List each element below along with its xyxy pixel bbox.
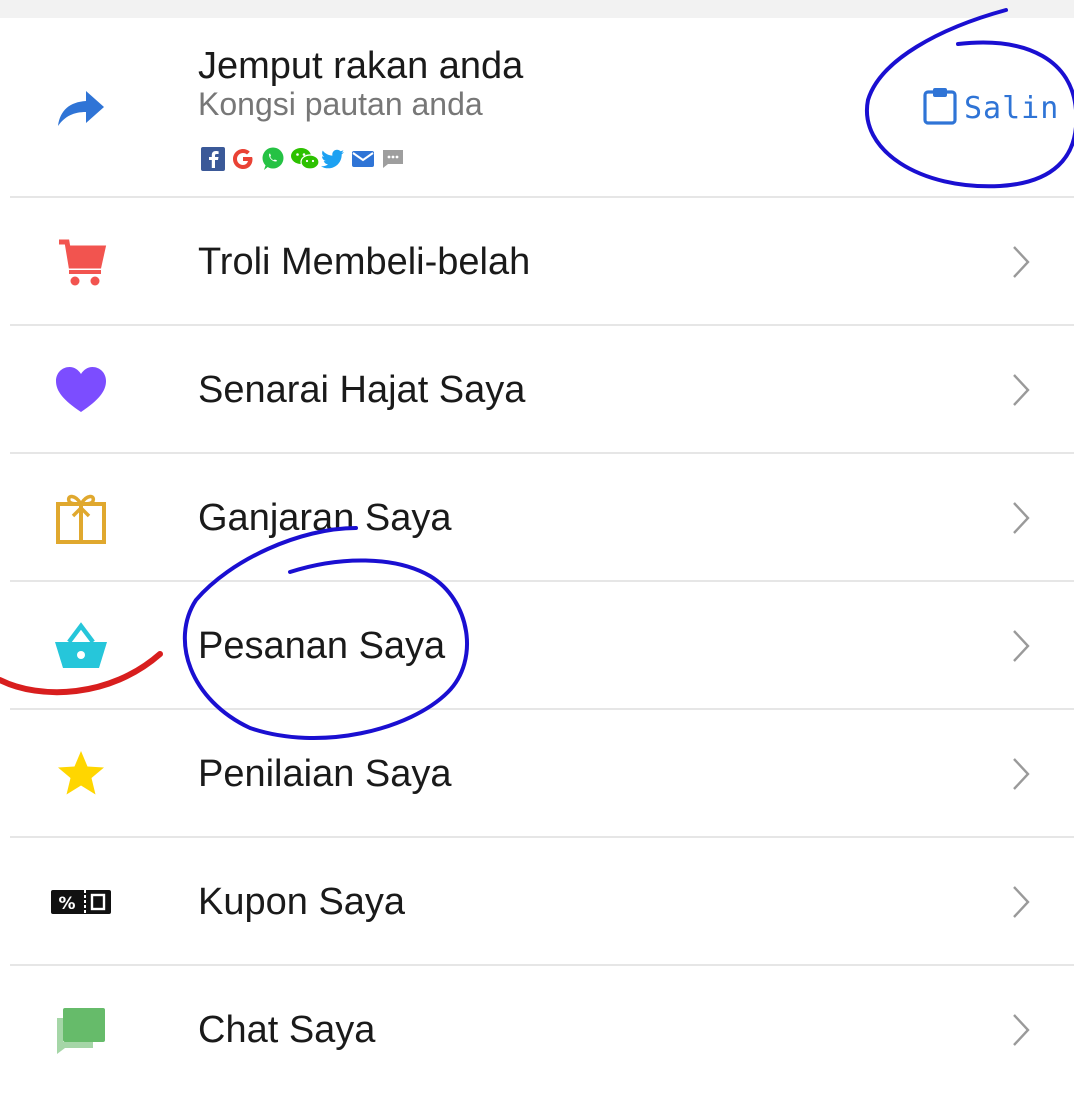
- menu-item-coupons[interactable]: % Kupon Saya: [0, 838, 1074, 964]
- menu-item-label: Pesanan Saya: [198, 625, 446, 667]
- share-icons-row: [200, 144, 406, 174]
- chevron-right-icon: [1006, 500, 1036, 536]
- top-strip: [0, 0, 1074, 18]
- invite-title: Jemput rakan anda: [198, 45, 524, 87]
- menu-item-shopping-cart[interactable]: Troli Membeli-belah: [0, 198, 1074, 324]
- invite-subtitle: Kongsi pautan anda: [198, 86, 483, 122]
- chevron-right-icon: [1006, 628, 1036, 664]
- menu-item-label: Chat Saya: [198, 1009, 376, 1051]
- chevron-right-icon: [1006, 244, 1036, 280]
- clipboard-icon: [922, 86, 958, 131]
- facebook-icon[interactable]: [200, 146, 226, 172]
- menu-item-label: Kupon Saya: [198, 881, 406, 923]
- menu-item-wishlist[interactable]: Senarai Hajat Saya: [0, 326, 1074, 452]
- chevron-right-icon: [1006, 1012, 1036, 1048]
- twitter-icon[interactable]: [320, 146, 346, 172]
- menu-item-label: Troli Membeli-belah: [198, 241, 531, 283]
- whatsapp-icon[interactable]: [260, 146, 286, 172]
- heart-icon: [50, 362, 112, 418]
- star-icon: [50, 746, 112, 802]
- chevron-right-icon: [1006, 884, 1036, 920]
- svg-text:%: %: [58, 894, 75, 914]
- google-icon[interactable]: [230, 146, 256, 172]
- gift-icon: [50, 490, 112, 546]
- menu-item-chat[interactable]: Chat Saya: [0, 966, 1074, 1092]
- invite-friends-row[interactable]: Jemput rakan anda Kongsi pautan anda Sal…: [0, 18, 1074, 198]
- shopping-basket-icon: [50, 618, 112, 674]
- sms-icon[interactable]: [380, 146, 406, 172]
- email-icon[interactable]: [350, 146, 376, 172]
- copy-label: Salin: [964, 90, 1060, 126]
- chevron-right-icon: [1006, 756, 1036, 792]
- menu-item-label: Ganjaran Saya: [198, 497, 452, 539]
- chat-icon: [50, 1002, 112, 1058]
- coupon-icon: %: [50, 874, 112, 930]
- copy-link-button[interactable]: Salin: [922, 86, 1059, 130]
- menu-item-label: Senarai Hajat Saya: [198, 369, 526, 411]
- menu-item-reviews[interactable]: Penilaian Saya: [0, 710, 1074, 836]
- menu-item-rewards[interactable]: Ganjaran Saya: [0, 454, 1074, 580]
- chevron-right-icon: [1006, 372, 1036, 408]
- shopping-cart-icon: [50, 234, 112, 290]
- menu-item-orders[interactable]: Pesanan Saya: [0, 582, 1074, 708]
- menu-item-label: Penilaian Saya: [198, 753, 452, 795]
- share-arrow-icon: [52, 80, 108, 136]
- account-menu-page: Jemput rakan anda Kongsi pautan anda Sal…: [0, 0, 1074, 1093]
- wechat-icon[interactable]: [290, 146, 320, 172]
